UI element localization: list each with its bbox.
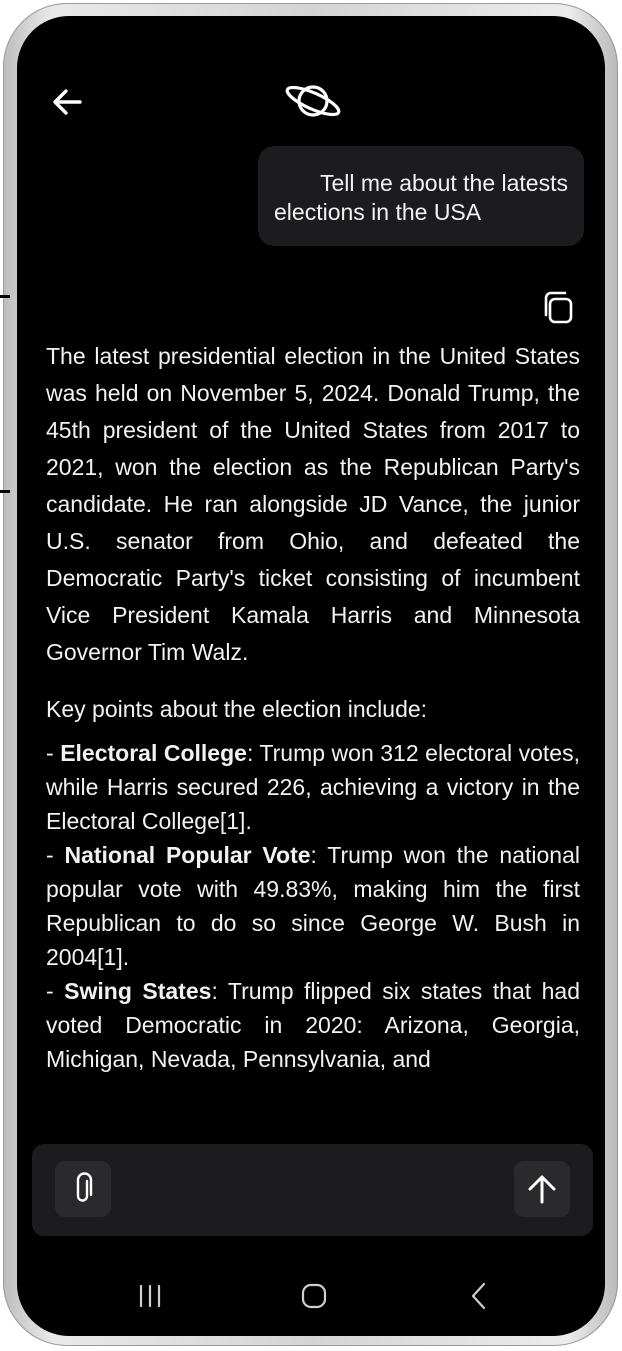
assistant-response: The latest presidential election in the … — [46, 338, 580, 1076]
home-icon — [301, 1283, 327, 1309]
system-nav-bar — [17, 1266, 605, 1326]
message-input-bar[interactable] — [32, 1144, 593, 1236]
bullet-national-popular-vote: - National Popular Vote: Trump won the n… — [46, 838, 580, 974]
send-button[interactable] — [514, 1161, 570, 1217]
bullet-swing-states: - Swing States: Trump flipped six states… — [46, 974, 580, 1076]
paperclip-icon — [76, 1172, 93, 1202]
system-back-button[interactable] — [469, 1281, 489, 1311]
bullet-term: National Popular Vote — [64, 842, 311, 868]
bullet-term: Swing States — [64, 978, 212, 1004]
arrow-left-icon — [53, 89, 82, 115]
user-message-bubble: Tell me about the latests elections in t… — [258, 146, 584, 246]
response-paragraph-1: The latest presidential election in the … — [46, 343, 580, 665]
bullet-prefix: - — [46, 978, 65, 1004]
arrow-up-icon — [528, 1175, 556, 1204]
copy-icon — [544, 291, 573, 324]
back-button[interactable] — [47, 82, 87, 122]
bullet-prefix: - — [46, 740, 61, 766]
recent-apps-icon — [139, 1284, 161, 1308]
volume-button — [0, 295, 10, 298]
power-button — [0, 490, 10, 493]
response-paragraph-2: Key points about the election include: — [46, 696, 428, 722]
bullet-term: Electoral College — [60, 740, 247, 766]
response-bullets: - Electoral College: Trump won 312 elect… — [46, 736, 580, 1076]
phone-screen: Tell me about the latests elections in t… — [17, 16, 605, 1336]
chevron-left-icon — [471, 1282, 486, 1310]
home-button[interactable] — [301, 1282, 327, 1310]
bullet-prefix: - — [46, 842, 65, 868]
attach-button[interactable] — [55, 1161, 111, 1217]
planet-logo — [283, 78, 343, 124]
recent-apps-button[interactable] — [137, 1284, 163, 1308]
copy-button[interactable] — [541, 290, 575, 326]
bullet-electoral-college: - Electoral College: Trump won 312 elect… — [46, 736, 580, 838]
user-message-line-2: elections in the USA — [274, 199, 482, 225]
planet-icon — [285, 85, 341, 117]
user-message-line-1: Tell me about the latests — [319, 170, 568, 196]
